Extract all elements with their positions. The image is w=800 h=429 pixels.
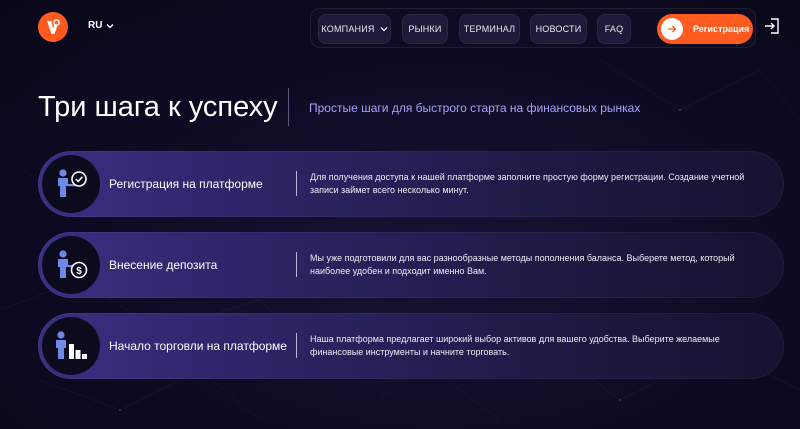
nav-markets-label: РЫНКИ bbox=[408, 24, 442, 34]
nav-terminal-label: ТЕРМИНАЛ bbox=[463, 24, 516, 34]
language-selector[interactable]: RU bbox=[88, 20, 114, 31]
nav-faq[interactable]: FAQ bbox=[597, 14, 631, 44]
step-description: Для получения доступа к нашей платформе … bbox=[310, 172, 745, 195]
svg-text:$: $ bbox=[76, 266, 82, 277]
nav-terminal[interactable]: ТЕРМИНАЛ bbox=[459, 14, 520, 44]
step-card-deposit: $ Внесение депозита Мы уже подготовили д… bbox=[38, 232, 784, 298]
nav-news-label: НОВОСТИ bbox=[535, 24, 582, 34]
nav-faq-label: FAQ bbox=[604, 24, 624, 34]
register-button[interactable]: Регистрация bbox=[657, 14, 753, 44]
step-card-trading: Начало торговли на платформе Наша платфо… bbox=[38, 313, 784, 379]
page-subtitle: Простые шаги для быстрого старта на фина… bbox=[309, 101, 641, 115]
nav-company[interactable]: КОМПАНИЯ bbox=[318, 14, 391, 44]
step-description: Мы уже подготовили для вас разнообразные… bbox=[310, 253, 735, 276]
person-chart-icon bbox=[42, 317, 100, 375]
logo-mark-icon bbox=[47, 19, 60, 34]
step-description: Наша платформа предлагает широкий выбор … bbox=[310, 334, 720, 357]
chevron-down-icon bbox=[380, 27, 388, 32]
nav-markets[interactable]: РЫНКИ bbox=[402, 14, 448, 44]
main-nav: КОМПАНИЯ РЫНКИ ТЕРМИНАЛ НОВОСТИ FAQ Реги… bbox=[310, 8, 756, 48]
person-check-icon bbox=[42, 155, 100, 213]
brand-logo[interactable] bbox=[38, 12, 68, 42]
register-button-label: Регистрация bbox=[693, 24, 750, 34]
step-title: Регистрация на платформе bbox=[109, 177, 263, 191]
nav-company-label: КОМПАНИЯ bbox=[321, 24, 375, 34]
title-divider bbox=[288, 88, 289, 126]
page-title: Три шага к успеху bbox=[38, 91, 278, 123]
step-divider bbox=[296, 171, 297, 196]
person-dollar-icon: $ bbox=[42, 236, 100, 294]
step-title: Внесение депозита bbox=[109, 258, 218, 272]
nav-news[interactable]: НОВОСТИ bbox=[530, 14, 587, 44]
step-divider bbox=[296, 333, 297, 358]
chevron-down-icon bbox=[106, 23, 114, 28]
step-divider bbox=[296, 252, 297, 277]
login-icon[interactable] bbox=[763, 17, 781, 35]
language-label: RU bbox=[88, 20, 103, 31]
step-card-registration: Регистрация на платформе Для получения д… bbox=[38, 151, 784, 217]
arrow-right-icon bbox=[661, 18, 683, 40]
step-title: Начало торговли на платформе bbox=[109, 339, 287, 353]
